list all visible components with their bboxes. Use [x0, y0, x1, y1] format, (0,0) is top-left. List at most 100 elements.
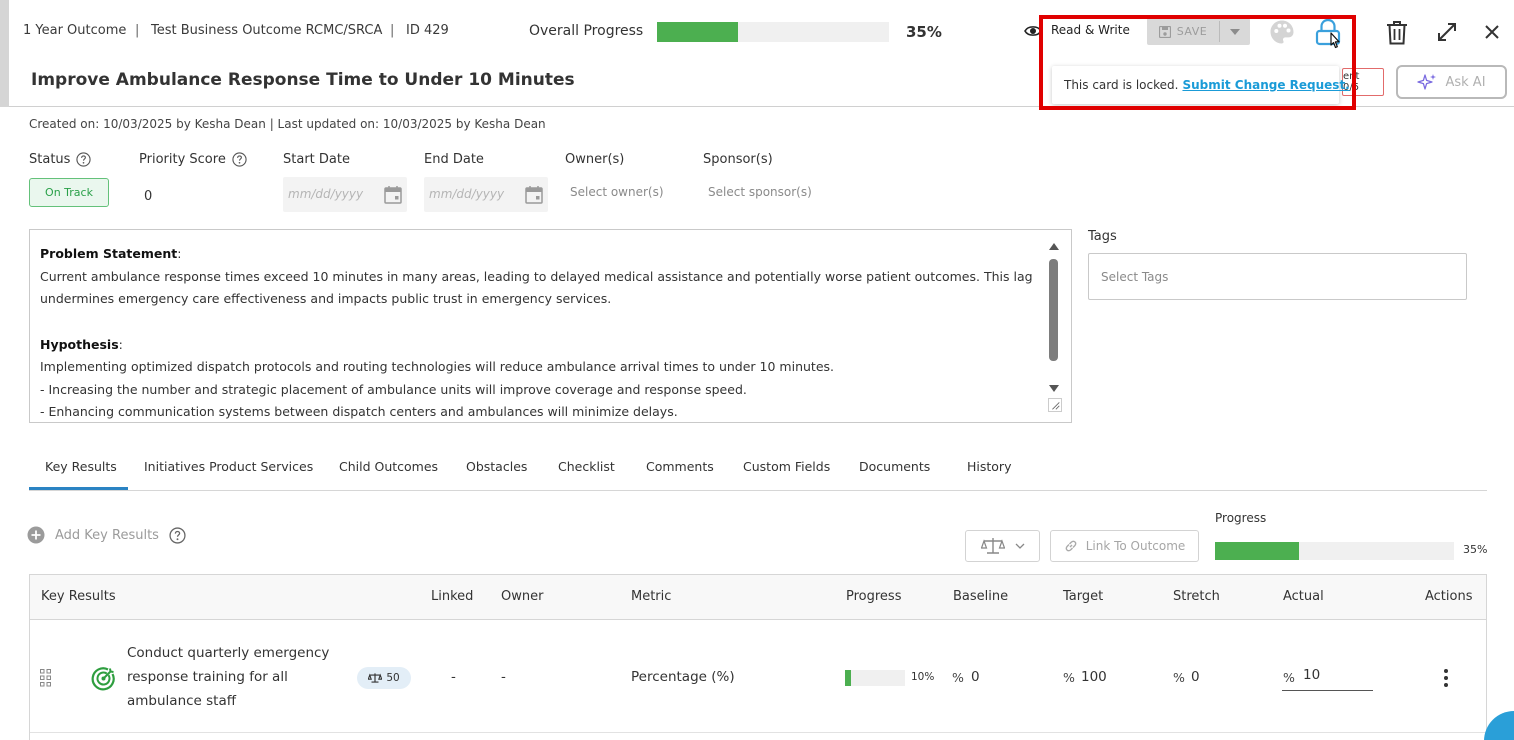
page-title: Improve Ambulance Response Time to Under…	[31, 70, 575, 90]
tab-history[interactable]: History	[967, 459, 1011, 474]
locked-tooltip-text: This card is locked.	[1064, 78, 1179, 92]
end-date-placeholder: mm/dd/yyyy	[429, 187, 505, 201]
kr-progress-percent: 35%	[1463, 543, 1488, 556]
save-dropdown-button[interactable]	[1220, 18, 1250, 45]
breadcrumb-business: Test Business Outcome RCMC/SRCA	[151, 23, 383, 38]
more-vertical-icon[interactable]	[1439, 667, 1453, 689]
tab-checklist[interactable]: Checklist	[558, 459, 615, 474]
column-header: Actual	[1283, 589, 1324, 604]
tab-documents[interactable]: Documents	[859, 459, 930, 474]
start-date-label: Start Date	[283, 152, 350, 167]
access-mode-label[interactable]: Read & Write	[1051, 23, 1130, 37]
help-icon[interactable]	[76, 152, 92, 167]
weight-chip[interactable]: 50	[357, 667, 411, 689]
baseline-value[interactable]: 0	[971, 669, 980, 685]
target-status-icon	[91, 667, 115, 691]
table-header: Key Results Linked Owner Metric Progress…	[30, 575, 1486, 620]
column-header: Key Results	[41, 589, 116, 604]
heading-colon: :	[177, 246, 182, 261]
stretch-value[interactable]: 0	[1191, 669, 1200, 685]
locked-tooltip: This card is locked. Submit Change Reque…	[1052, 66, 1350, 104]
column-header: Linked	[431, 589, 474, 604]
plus-circle-icon	[27, 526, 45, 544]
end-date-input[interactable]: mm/dd/yyyy	[424, 177, 548, 212]
ask-ai-button[interactable]: Ask AI	[1396, 65, 1507, 99]
textarea-scrollbar[interactable]	[1049, 243, 1059, 393]
overall-progress-bar	[657, 22, 889, 42]
help-chat-button[interactable]	[1484, 711, 1514, 740]
heading-colon: :	[118, 336, 123, 352]
owner-select[interactable]: Select owner(s)	[570, 185, 664, 199]
column-header: Target	[1063, 589, 1104, 604]
tab-key-results[interactable]: Key Results	[45, 459, 117, 474]
save-button[interactable]: SAVE	[1147, 18, 1219, 45]
hypothesis-line: - Enhancing communication systems betwee…	[40, 404, 678, 419]
priority-score-value[interactable]: 0	[144, 189, 152, 204]
metric-value: Percentage (%)	[631, 669, 735, 685]
close-icon[interactable]	[1484, 24, 1500, 40]
scroll-down-arrow-icon[interactable]	[1049, 385, 1059, 392]
column-header: Stretch	[1173, 589, 1220, 604]
save-button-group: SAVE	[1147, 18, 1250, 45]
actual-input[interactable]: % 10	[1282, 665, 1373, 691]
tab-obstacles[interactable]: Obstacles	[466, 459, 527, 474]
target-unit: %	[1063, 670, 1075, 685]
save-label: SAVE	[1176, 25, 1208, 38]
resize-handle-icon[interactable]	[1048, 398, 1062, 412]
status-label: Status	[29, 152, 92, 167]
scrollbar-thumb[interactable]	[1049, 259, 1058, 361]
calendar-icon[interactable]	[525, 185, 543, 204]
baseline-unit: %	[952, 670, 964, 685]
drag-handle-icon[interactable]	[40, 669, 52, 687]
priority-label-text: Priority Score	[139, 152, 226, 167]
hypothesis-line: Implementing optimized dispatch protocol…	[40, 359, 834, 374]
palette-icon[interactable]	[1269, 19, 1295, 45]
calendar-icon[interactable]	[384, 185, 402, 204]
description-content: Problem Statement: Current ambulance res…	[40, 243, 1040, 422]
end-date-label: End Date	[424, 152, 484, 167]
sponsor-select[interactable]: Select sponsor(s)	[708, 185, 812, 199]
table-row[interactable]: Conduct quarterly emergency response tra…	[30, 620, 1486, 733]
row-progress-bar	[845, 670, 905, 686]
row-progress-fill	[845, 670, 851, 686]
status-label-text: Status	[29, 152, 71, 167]
add-key-results-label: Add Key Results	[55, 527, 159, 543]
link-to-outcome-button[interactable]: Link To Outcome	[1050, 530, 1199, 562]
expand-icon[interactable]	[1436, 21, 1458, 43]
sponsors-label: Sponsor(s)	[703, 152, 773, 167]
breadcrumb-separator: |	[390, 23, 395, 38]
weight-scale-dropdown[interactable]	[965, 530, 1040, 562]
breadcrumb-outcome-type: 1 Year Outcome	[23, 23, 127, 38]
overall-progress-label: Overall Progress	[529, 23, 644, 39]
help-icon[interactable]	[232, 152, 247, 167]
scroll-up-arrow-icon[interactable]	[1049, 243, 1059, 250]
detail-tabs: Key Results Initiatives Product Services…	[29, 449, 1487, 491]
sparkle-icon	[1417, 74, 1437, 90]
tab-child-outcomes[interactable]: Child Outcomes	[339, 459, 438, 474]
column-header: Owner	[501, 589, 544, 604]
key-result-name[interactable]: Conduct quarterly emergency response tra…	[127, 641, 342, 713]
add-key-results-button[interactable]: Add Key Results	[27, 526, 186, 544]
overall-progress-percent: 35%	[906, 23, 942, 41]
hypothesis-heading: Hypothesis	[40, 336, 119, 352]
target-value[interactable]: 100	[1081, 669, 1107, 685]
tab-custom-fields[interactable]: Custom Fields	[743, 459, 830, 474]
start-date-input[interactable]: mm/dd/yyyy	[283, 177, 407, 212]
key-results-table: Key Results Linked Owner Metric Progress…	[29, 574, 1487, 740]
tab-initiatives-product-services[interactable]: Initiatives Product Services	[144, 459, 313, 474]
ask-ai-label: Ask AI	[1445, 74, 1486, 90]
tab-comments[interactable]: Comments	[646, 459, 714, 474]
help-icon[interactable]	[169, 526, 186, 544]
owners-label: Owner(s)	[565, 152, 625, 167]
tags-select[interactable]: Select Tags	[1088, 253, 1467, 300]
trash-icon[interactable]	[1385, 20, 1409, 45]
tags-label: Tags	[1088, 229, 1117, 244]
description-textarea[interactable]: Problem Statement: Current ambulance res…	[29, 229, 1072, 423]
kr-progress-fill	[1215, 542, 1299, 560]
priority-score-label: Priority Score	[139, 152, 247, 167]
column-header: Progress	[846, 589, 902, 604]
submit-change-request-link[interactable]: Submit Change Request.	[1182, 78, 1349, 92]
lock-icon[interactable]	[1314, 18, 1342, 52]
status-badge[interactable]: On Track	[29, 178, 109, 207]
floppy-disk-icon	[1158, 25, 1171, 38]
